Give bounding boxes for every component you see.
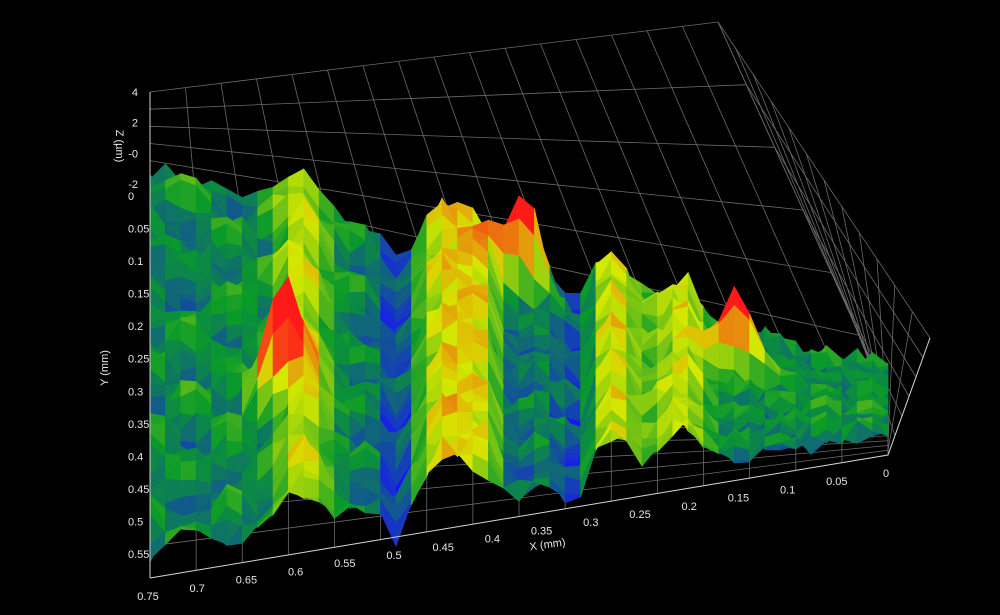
y-tick-label: 0.3 — [128, 386, 143, 398]
x-tick-label: 0.4 — [485, 534, 500, 546]
surface-cell — [564, 496, 581, 504]
z-tick-label: -0 — [128, 148, 138, 160]
x-tick-label: 0.35 — [531, 525, 552, 537]
y-tick-label: 0.2 — [128, 321, 143, 333]
grid-line — [149, 125, 775, 148]
y-tick-label: 0.45 — [128, 484, 149, 496]
z-tick-label: 4 — [132, 87, 138, 99]
x-tick-label: 0.1 — [780, 484, 795, 496]
y-tick-label: 0.4 — [128, 451, 143, 463]
z-axis-ticks: 4 2 -0 -2 — [128, 87, 138, 191]
surface-cell — [503, 218, 520, 256]
x-tick-label: 0.75 — [137, 591, 158, 603]
surface-cell — [149, 384, 166, 398]
x-tick-label: 0.2 — [682, 501, 697, 513]
z-tick-label: 2 — [132, 118, 138, 130]
surface-cell — [288, 168, 305, 188]
surface-cell — [180, 460, 197, 482]
x-tick-label: 0.65 — [236, 575, 257, 587]
x-tick-label: 0.55 — [334, 558, 355, 570]
x-tick-label: 0.15 — [728, 493, 749, 505]
grid-line — [149, 21, 719, 93]
y-axis-ticks: 0 0.05 0.1 0.15 0.2 0.25 0.3 0.35 0.4 0.45 0.5 0.55 — [128, 191, 149, 561]
y-tick-label: 0.25 — [128, 354, 149, 366]
x-axis-title: X (mm) — [529, 537, 566, 554]
surface-cell — [226, 312, 243, 327]
grid-line — [745, 84, 924, 358]
y-tick-label: 0.05 — [128, 224, 149, 236]
surface-cell — [242, 190, 258, 208]
grid-line — [717, 21, 931, 339]
y-tick-label: 0.1 — [128, 256, 143, 268]
y-tick-label: 0 — [128, 191, 134, 203]
surface-cell — [564, 453, 581, 461]
y-tick-label: 0.55 — [128, 549, 149, 561]
surface-cell — [472, 400, 489, 412]
z-tick-label: -2 — [128, 179, 138, 191]
surface-plot: 0.750.70.650.60.550.50.450.40.350.30.250… — [99, 21, 931, 603]
x-tick-label: 0.05 — [826, 476, 847, 488]
surface-cell — [226, 293, 243, 313]
surface-cell — [180, 479, 197, 499]
x-tick-label: 0.45 — [432, 542, 453, 554]
surface-cell — [180, 179, 197, 215]
x-tick-label: 0.25 — [629, 509, 650, 521]
surface-cell — [242, 523, 258, 545]
x-tick-label: 0.3 — [583, 517, 598, 529]
y-tick-label: 0.35 — [128, 419, 149, 431]
y-tick-label: 0.15 — [128, 289, 149, 301]
z-axis-title: Z (µm) — [113, 130, 125, 163]
x-tick-label: 0 — [883, 468, 889, 480]
surface-cell — [718, 342, 735, 371]
surface-cell — [349, 275, 366, 294]
surface-cell — [180, 494, 197, 515]
surface-cell — [303, 476, 320, 499]
x-tick-label: 0.5 — [386, 550, 401, 562]
surface-cell — [518, 477, 535, 503]
y-tick-label: 0.5 — [128, 517, 143, 529]
x-tick-label: 0.7 — [190, 583, 205, 595]
surface-cell — [457, 452, 474, 473]
surface-cell — [364, 361, 381, 381]
grid-line — [149, 84, 747, 110]
x-tick-label: 0.6 — [288, 566, 303, 578]
y-axis-title: Y (mm) — [99, 350, 111, 386]
surface-cell — [503, 314, 520, 332]
